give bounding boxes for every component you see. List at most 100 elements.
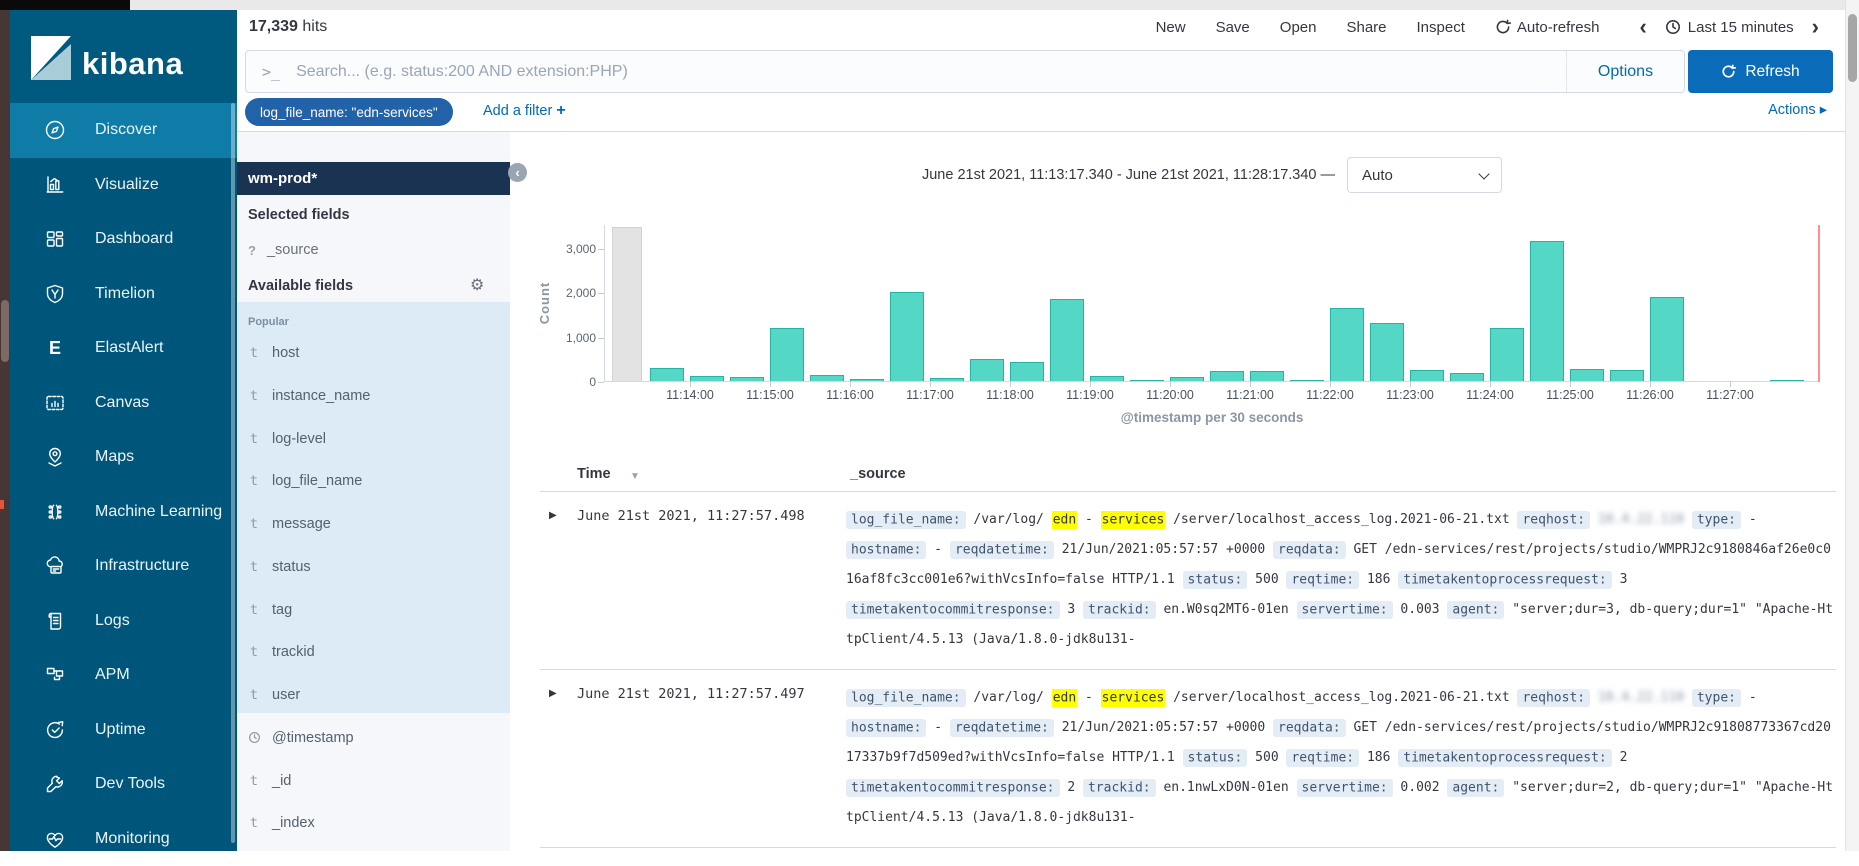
histogram-bar[interactable] xyxy=(1290,380,1324,381)
field-value-text: 0.002 xyxy=(1400,780,1447,795)
histogram-bar[interactable] xyxy=(1770,380,1804,381)
field-key-badge: hostname: xyxy=(846,541,926,559)
field-item-tag[interactable]: ttag xyxy=(248,600,292,620)
sidebar-item-uptime[interactable]: Uptime xyxy=(10,703,237,758)
x-axis-tick xyxy=(930,381,931,387)
filter-pill[interactable]: log_file_name: "edn-services" xyxy=(245,98,453,126)
window-scrollbar[interactable] xyxy=(1845,0,1859,851)
sidebar-item-dashboard[interactable]: Dashboard xyxy=(10,212,237,267)
x-axis-tick-label: 11:17:00 xyxy=(890,388,970,402)
histogram-bar[interactable] xyxy=(1170,377,1204,381)
field-key-badge: servertime: xyxy=(1297,601,1393,619)
field-item-host[interactable]: thost xyxy=(248,343,299,363)
sidebar-item-maps[interactable]: Maps xyxy=(10,430,237,485)
sidebar-item-canvas[interactable]: Canvas xyxy=(10,376,237,431)
menu-item-inspect[interactable]: Inspect xyxy=(1417,19,1465,36)
sidebar-item-timelion[interactable]: Timelion xyxy=(10,267,237,322)
histogram-bar[interactable] xyxy=(810,375,844,381)
histogram-bar[interactable] xyxy=(1250,371,1284,381)
histogram-bar[interactable] xyxy=(970,359,1004,381)
histogram-bar[interactable] xyxy=(730,377,764,381)
histogram-bar[interactable] xyxy=(1050,299,1084,381)
menu-item-save[interactable]: Save xyxy=(1216,19,1250,36)
sort-caret-icon[interactable]: ▼ xyxy=(630,471,640,482)
histogram-bar[interactable] xyxy=(1650,297,1684,381)
sidebar-item-infrastructure[interactable]: Infrastructure xyxy=(10,539,237,594)
field-item-user[interactable]: tuser xyxy=(248,685,300,705)
gear-icon[interactable]: ⚙ xyxy=(470,275,484,295)
edge-strip-handle[interactable] xyxy=(1,300,9,362)
sidebar-item-discover[interactable]: Discover xyxy=(10,103,237,158)
row-source-content: log_file_name: /var/log/ edn - services … xyxy=(846,505,1836,655)
sidebar-item-elastalert[interactable]: EElastAlert xyxy=(10,321,237,376)
histogram-bar[interactable] xyxy=(1010,362,1044,381)
actions-label: Actions xyxy=(1768,102,1816,118)
histogram-bar[interactable] xyxy=(1570,369,1604,381)
histogram-bar[interactable] xyxy=(1330,308,1364,381)
auto-refresh-button[interactable]: Auto-refresh xyxy=(1495,19,1600,36)
field-value-text: 21/Jun/2021:05:57:57 +0000 xyxy=(1062,720,1273,735)
interval-select[interactable]: Auto xyxy=(1347,157,1502,193)
histogram-bar[interactable] xyxy=(1530,241,1564,381)
field-item-source[interactable]: ? _source xyxy=(248,242,319,258)
field-name: _source xyxy=(267,242,319,258)
sidebar-item-monitoring[interactable]: Monitoring xyxy=(10,812,237,866)
histogram-bar[interactable] xyxy=(930,378,964,381)
sidebar-item-logs[interactable]: Logs xyxy=(10,594,237,649)
menu-item-new[interactable]: New xyxy=(1156,19,1186,36)
histogram-bar[interactable] xyxy=(1410,370,1444,381)
search-input[interactable] xyxy=(294,62,1566,82)
y-axis-label: Count xyxy=(537,270,553,336)
field-value-text: 21/Jun/2021:05:57:57 +0000 xyxy=(1062,542,1273,557)
time-range-picker[interactable]: Last 15 minutes xyxy=(1665,19,1794,36)
x-axis-tick-label: 11:27:00 xyxy=(1690,388,1770,402)
time-forward-chevron-icon[interactable]: › xyxy=(1808,17,1823,37)
sidebar-item-visualize[interactable]: Visualize xyxy=(10,158,237,213)
menu-item-share[interactable]: Share xyxy=(1346,19,1386,36)
histogram-bar[interactable] xyxy=(1610,370,1644,381)
histogram-bar[interactable] xyxy=(890,292,924,381)
field-item-log-file-name[interactable]: tlog_file_name xyxy=(248,471,362,491)
field-item--timestamp[interactable]: @timestamp xyxy=(248,728,354,748)
index-pattern-selector[interactable]: wm-prod* xyxy=(237,162,510,195)
field-item-message[interactable]: tmessage xyxy=(248,514,331,534)
histogram-bar[interactable] xyxy=(770,328,804,381)
refresh-button[interactable]: Refresh xyxy=(1688,50,1833,93)
field-item-instance-name[interactable]: tinstance_name xyxy=(248,386,370,406)
field-item--id[interactable]: t_id xyxy=(248,771,291,791)
interval-value: Auto xyxy=(1362,167,1393,184)
field-item-trackid[interactable]: ttrackid xyxy=(248,642,315,662)
time-column-header[interactable]: Time xyxy=(577,466,611,482)
histogram-bar[interactable] xyxy=(1090,376,1124,381)
histogram-bar[interactable] xyxy=(690,376,724,381)
histogram-bar[interactable] xyxy=(1490,328,1524,381)
actions-button[interactable]: Actions ▸ xyxy=(1768,102,1827,118)
row-timestamp: June 21st 2021, 11:27:57.497 xyxy=(577,686,839,702)
expand-row-caret-icon[interactable]: ▶ xyxy=(549,688,557,699)
sidebar-item-dev-tools[interactable]: Dev Tools xyxy=(10,757,237,812)
kibana-brand[interactable]: kibana xyxy=(10,10,237,103)
sidebar-item-machine-learning[interactable]: Machine Learning xyxy=(10,485,237,540)
collapse-panel-chevron-icon[interactable]: ‹ xyxy=(508,163,527,182)
histogram-bar[interactable] xyxy=(1450,373,1484,381)
field-item-log-level[interactable]: tlog-level xyxy=(248,429,326,449)
x-axis-tick xyxy=(1730,381,1731,387)
options-button[interactable]: Options xyxy=(1566,51,1684,92)
histogram-bar-partial[interactable] xyxy=(612,227,642,381)
histogram-bar[interactable] xyxy=(1130,380,1164,381)
sidebar-item-apm[interactable]: APM xyxy=(10,648,237,703)
add-filter-button[interactable]: Add a filter + xyxy=(483,102,566,120)
terminal-prompt-icon: >_ xyxy=(262,63,280,81)
time-back-chevron-icon[interactable]: ‹ xyxy=(1635,17,1650,37)
field-value-text: - xyxy=(1085,512,1093,527)
field-item-status[interactable]: tstatus xyxy=(248,557,311,577)
histogram-bar[interactable] xyxy=(1370,323,1404,381)
menu-item-open[interactable]: Open xyxy=(1280,19,1317,36)
sidebar-scrollbar[interactable] xyxy=(231,103,235,843)
field-item--index[interactable]: t_index xyxy=(248,813,315,833)
histogram-bar[interactable] xyxy=(1210,371,1244,381)
window-scrollbar-thumb[interactable] xyxy=(1848,14,1857,82)
histogram-bar[interactable] xyxy=(650,368,684,381)
histogram-bar[interactable] xyxy=(850,379,884,381)
expand-row-caret-icon[interactable]: ▶ xyxy=(549,510,557,521)
